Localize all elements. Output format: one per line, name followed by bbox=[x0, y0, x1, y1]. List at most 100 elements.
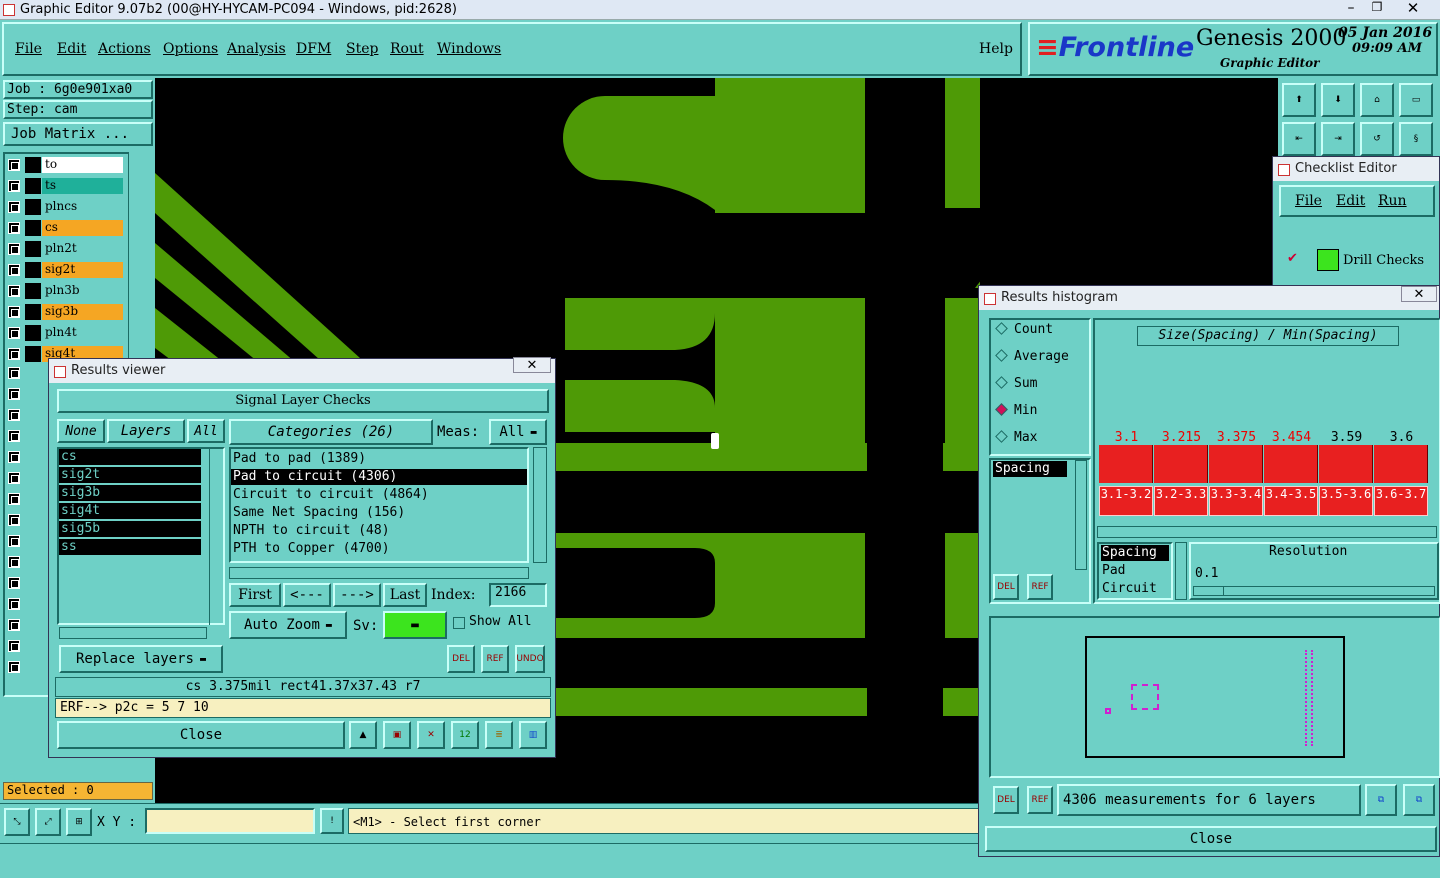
spacing-list-item[interactable]: Spacing bbox=[993, 461, 1067, 477]
category-item[interactable]: NPTH to circuit (48) bbox=[231, 523, 527, 539]
none-button[interactable]: None bbox=[57, 419, 105, 443]
toolbar-icon-5[interactable]: ⇤ bbox=[1282, 122, 1316, 156]
resolution-slider[interactable] bbox=[1193, 586, 1435, 596]
legend-item[interactable]: Circuit bbox=[1101, 581, 1169, 597]
layer-row-pln4t[interactable]: pln4t bbox=[5, 325, 125, 342]
layer-row-ts[interactable]: ts bbox=[5, 178, 125, 195]
auto-zoom-dropdown[interactable]: Auto Zoom ▬ bbox=[229, 611, 347, 639]
pin-icon[interactable]: ▲ bbox=[349, 721, 377, 749]
layer-checkbox[interactable] bbox=[8, 264, 20, 276]
menu-options[interactable]: Options bbox=[163, 41, 218, 57]
first-button[interactable]: First bbox=[229, 583, 281, 607]
category-item[interactable]: Pad to pad (1389) bbox=[231, 451, 527, 467]
layer-name[interactable]: cs bbox=[42, 220, 123, 236]
layer-color-swatch[interactable] bbox=[25, 325, 41, 341]
layer-name[interactable]: ts bbox=[42, 178, 123, 194]
minimize-icon[interactable]: – bbox=[1340, 0, 1362, 18]
mode-radio-count[interactable]: Count bbox=[993, 322, 1083, 342]
layer-color-swatch[interactable] bbox=[25, 241, 41, 257]
cross-icon[interactable]: ✕ bbox=[417, 721, 445, 749]
toolbar-icon-6[interactable]: ⇥ bbox=[1321, 122, 1355, 156]
menu-help[interactable]: Help bbox=[979, 41, 1013, 57]
layer-checkbox[interactable] bbox=[8, 577, 20, 589]
resolution-slider-thumb[interactable] bbox=[1194, 587, 1224, 595]
category-item[interactable]: Same Net Spacing (156) bbox=[231, 505, 527, 521]
checklist-menu-edit[interactable]: Edit bbox=[1336, 193, 1365, 209]
hist-del-icon[interactable]: DEL bbox=[993, 574, 1019, 600]
layer-checkbox[interactable] bbox=[8, 388, 20, 400]
layer-checkbox[interactable] bbox=[8, 222, 20, 234]
job-matrix-button[interactable]: Job Matrix ... bbox=[3, 122, 153, 146]
histogram-bar[interactable] bbox=[1264, 445, 1318, 483]
category-item[interactable]: Circuit to circuit (4864) bbox=[231, 487, 527, 503]
layer-checkbox[interactable] bbox=[8, 451, 20, 463]
legend-item[interactable]: Spacing bbox=[1101, 545, 1169, 561]
close-icon[interactable]: ✕ bbox=[1400, 0, 1426, 17]
menu-actions[interactable]: Actions bbox=[98, 41, 151, 57]
layer-checkbox[interactable] bbox=[8, 493, 20, 505]
menu-file[interactable]: File bbox=[15, 41, 42, 57]
layer-checkbox[interactable] bbox=[8, 327, 20, 339]
list-icon[interactable]: ≣ bbox=[485, 721, 513, 749]
layer-row-sig3b[interactable]: sig3b bbox=[5, 304, 125, 321]
menu-dfm[interactable]: DFM bbox=[296, 41, 331, 57]
category-item[interactable]: Pad to circuit (4306) bbox=[231, 469, 527, 485]
report-icon[interactable]: ▣ bbox=[383, 721, 411, 749]
last-button[interactable]: Last bbox=[383, 583, 427, 607]
layer-name[interactable]: pln2t bbox=[42, 241, 123, 257]
preview-ref-icon[interactable]: REF bbox=[1027, 786, 1053, 814]
layer-name[interactable]: pln4t bbox=[42, 325, 123, 341]
layer-checkbox[interactable] bbox=[8, 348, 20, 360]
layer-color-swatch[interactable] bbox=[25, 283, 41, 299]
hist-ref-icon[interactable]: REF bbox=[1027, 574, 1053, 600]
rv-layer-item[interactable]: sig3b bbox=[59, 485, 201, 501]
legend-vscroll[interactable] bbox=[1175, 542, 1187, 600]
layer-checkbox[interactable] bbox=[8, 598, 20, 610]
tool-icon-b[interactable]: ⤢ bbox=[35, 808, 61, 836]
export-icon[interactable]: ⧉ bbox=[1365, 784, 1397, 816]
categories-hscroll[interactable] bbox=[229, 567, 529, 579]
undo-icon[interactable]: UNDO bbox=[515, 645, 545, 673]
layer-color-swatch[interactable] bbox=[25, 178, 41, 194]
mode-radio-max[interactable]: Max bbox=[993, 430, 1083, 450]
rv-layer-item[interactable]: sig5b bbox=[59, 521, 201, 537]
layer-list-hscroll[interactable] bbox=[59, 627, 207, 639]
layer-name[interactable]: sig2t bbox=[42, 262, 123, 278]
replace-layers-dropdown[interactable]: Replace layers ▬ bbox=[59, 645, 223, 673]
histogram-close-icon[interactable]: ✕ bbox=[1401, 286, 1437, 302]
layer-row-pln3b[interactable]: pln3b bbox=[5, 283, 125, 300]
histogram-bar[interactable] bbox=[1209, 445, 1263, 483]
all-button[interactable]: All bbox=[187, 419, 225, 443]
toolbar-icon-7[interactable]: ↺ bbox=[1360, 122, 1394, 156]
histogram-bar[interactable] bbox=[1374, 445, 1428, 483]
layer-name[interactable]: plncs bbox=[42, 199, 123, 215]
layer-checkbox[interactable] bbox=[8, 472, 20, 484]
layer-checkbox[interactable] bbox=[8, 159, 20, 171]
layer-checkbox[interactable] bbox=[8, 306, 20, 318]
layer-row-plncs[interactable]: plncs bbox=[5, 199, 125, 216]
menu-edit[interactable]: Edit bbox=[57, 41, 86, 57]
layer-row-cs[interactable]: cs bbox=[5, 220, 125, 237]
meas-dropdown[interactable]: All ▬ bbox=[489, 419, 547, 445]
next-button[interactable]: ---> bbox=[333, 583, 381, 607]
results-viewer-close-icon[interactable]: ✕ bbox=[513, 357, 551, 373]
del-icon[interactable]: DEL bbox=[447, 645, 475, 673]
checklist-menu-file[interactable]: File bbox=[1295, 193, 1322, 209]
layer-checkbox[interactable] bbox=[8, 556, 20, 568]
toolbar-icon-3[interactable]: ⌂ bbox=[1360, 83, 1394, 117]
tool-icon-a[interactable]: ⤡ bbox=[4, 808, 30, 836]
toolbar-icon-4[interactable]: ▭ bbox=[1399, 83, 1433, 117]
prev-button[interactable]: <--- bbox=[283, 583, 331, 607]
tool-icon-c[interactable]: ⊞ bbox=[66, 808, 92, 836]
mode-radio-average[interactable]: Average bbox=[993, 349, 1083, 369]
layer-name[interactable]: sig3b bbox=[42, 304, 123, 320]
layer-checkbox[interactable] bbox=[8, 514, 20, 526]
ref-icon[interactable]: REF bbox=[481, 645, 509, 673]
index-input[interactable]: 2166 bbox=[489, 583, 547, 607]
layer-checkbox[interactable] bbox=[8, 430, 20, 442]
layer-checkbox[interactable] bbox=[8, 619, 20, 631]
layer-checkbox[interactable] bbox=[8, 367, 20, 379]
layer-checkbox[interactable] bbox=[8, 201, 20, 213]
layer-list-vscroll[interactable] bbox=[209, 447, 223, 625]
category-item[interactable]: PTH to Copper (4700) bbox=[231, 541, 527, 557]
